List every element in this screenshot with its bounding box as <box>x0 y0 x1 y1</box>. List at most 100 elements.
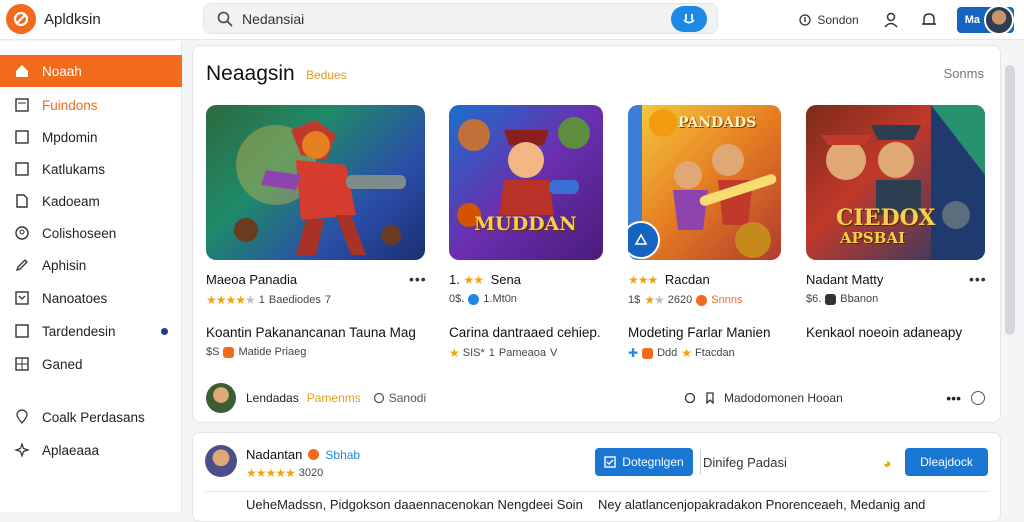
game-subinfo: $S Matide Priaeg <box>206 346 306 358</box>
section-badge: Bedues <box>306 68 347 82</box>
sidebar-item-home[interactable]: Noaah <box>0 55 182 87</box>
divider <box>700 449 701 475</box>
sidebar-item-aphisin[interactable]: Aphisin <box>0 249 182 281</box>
game-title-row[interactable]: 1. ★★ Sena <box>449 272 521 287</box>
footer-right-info[interactable]: Madodomonen Hooan <box>684 391 843 405</box>
avatar[interactable] <box>206 383 236 413</box>
game-thumbnail[interactable] <box>206 105 425 260</box>
sidebar-item-katlukams[interactable]: Katlukams <box>0 153 182 185</box>
follow-button[interactable]: Dotegnlgen <box>595 448 693 476</box>
star-rating: ★★★★★ <box>206 293 256 307</box>
sidebar-item-kadoeam[interactable]: Kadoeam <box>0 185 182 217</box>
game-description: Carina dantraaed cehiep. <box>449 325 601 340</box>
badge-icon <box>696 294 708 306</box>
action-button[interactable]: Dleajdock <box>905 448 988 476</box>
profile-button[interactable] <box>881 10 901 30</box>
game-meta: Baediodes <box>268 294 321 306</box>
bell-icon <box>921 13 936 25</box>
footer-user-name[interactable]: Lendadas <box>246 391 299 405</box>
sidebar-item-label: Ganed <box>42 356 83 372</box>
review-text-left: UeheMadssn, Pidgokson daaennacenokan Nen… <box>246 497 583 512</box>
sidebar-item-mpdomin[interactable]: Mpdomin <box>0 121 182 153</box>
more-options-button[interactable]: ••• <box>409 271 427 287</box>
game-thumbnail[interactable]: MUDDAN <box>449 105 603 260</box>
game-meta-secondary: 7 <box>324 294 332 306</box>
status-label: Sondon <box>817 13 859 27</box>
sidebar-item-label: Aphisin <box>42 257 87 273</box>
puzzle-icon: ✚ <box>628 346 639 360</box>
notification-dot <box>161 327 168 335</box>
sidebar-item-ganed[interactable]: Ganed <box>0 348 182 380</box>
game-title[interactable]: Nadant Matty <box>806 272 883 287</box>
more-options-button[interactable]: ••• <box>969 271 987 287</box>
user-icon <box>884 12 898 28</box>
game-meta-row: 1$ ★★ 2620 Snnns <box>628 293 742 307</box>
rating-count: 1 <box>258 294 265 306</box>
game-title-row[interactable]: ★★★ Racdan <box>628 272 710 287</box>
avatar <box>984 5 1014 35</box>
review-link[interactable]: Dinifeg Padasi <box>703 455 787 470</box>
divider <box>205 491 990 492</box>
verified-icon <box>308 449 320 460</box>
clock-icon[interactable] <box>971 391 985 405</box>
square-icon <box>14 323 30 339</box>
review-author[interactable]: Nadantan Sbhab <box>246 447 360 462</box>
sidebar-item-aplaeaaa[interactable]: Aplaeaaa <box>0 434 182 466</box>
reaction-icon[interactable]: ◕ <box>883 455 891 471</box>
section-title: Neaagsin <box>206 62 295 85</box>
hero-character-art <box>234 120 406 255</box>
sidebar-item-nanoatoes[interactable]: Nanoatoes <box>0 282 182 314</box>
sidebar-item-colishoseen[interactable]: Colishoseen <box>0 217 182 249</box>
brand[interactable]: Apldksin <box>6 4 101 34</box>
game-meta: 0$. <box>449 293 465 305</box>
notifications-button[interactable] <box>919 10 939 30</box>
voice-icon <box>683 14 695 24</box>
scrollbar[interactable] <box>1003 45 1017 405</box>
game-card[interactable]: CIEDOX APSBAI Nadant Matty ••• $6. Bbano… <box>806 105 986 340</box>
sidebar-item-label: Tardendesin <box>42 323 116 339</box>
game-card[interactable]: MUDDAN 1. ★★ Sena 0$. 1.Mt0n Carina dant… <box>449 105 603 360</box>
badge-icon <box>825 293 837 305</box>
user-circle-icon <box>14 225 30 241</box>
scrollbar-thumb[interactable] <box>1005 65 1015 335</box>
bookmark-icon <box>706 392 714 404</box>
section-see-all-link[interactable]: Sonms <box>944 66 984 81</box>
game-rating: ★★★★★ 1 Baediodes 7 <box>206 293 331 307</box>
status-indicator[interactable]: Sondon <box>799 13 859 27</box>
top-actions: Sondon Ma <box>799 4 1014 36</box>
game-card[interactable]: PANDADS ★★★ Racdan 1$ ★★ 2620 Snnns Mode… <box>628 105 781 360</box>
game-thumbnail[interactable]: PANDADS <box>628 105 781 260</box>
sidebar-item-coalk-perdasans[interactable]: Coalk Perdasans <box>0 401 182 433</box>
search-bar[interactable] <box>203 3 718 34</box>
game-price: $S <box>206 346 220 358</box>
game-description: Kenkaol noeoin adaneapy <box>806 325 963 340</box>
box-icon <box>14 161 30 177</box>
avatar[interactable] <box>205 445 237 477</box>
document-icon <box>14 97 30 113</box>
game-title[interactable]: Maeoa Panadia <box>206 272 297 287</box>
account-button[interactable]: Ma <box>956 5 1014 35</box>
circle-icon <box>373 392 384 404</box>
badge-icon <box>468 293 480 305</box>
sidebar-item-fuindons[interactable]: Fuindons <box>0 89 182 121</box>
account-label: Ma <box>964 14 980 26</box>
app-name: Apldksin <box>44 10 101 28</box>
more-options-button[interactable]: ••• <box>946 390 961 406</box>
search-input[interactable] <box>242 10 662 27</box>
search-submit-button[interactable] <box>671 6 707 32</box>
game-logo-subtext: APSBAI <box>840 229 906 247</box>
app-logo-icon <box>6 4 36 34</box>
game-thumbnail[interactable]: CIEDOX APSBAI <box>806 105 985 260</box>
sidebar-item-label: Kadoeam <box>42 193 100 209</box>
game-description: Modeting Farlar Manien <box>628 325 771 340</box>
game-meta-secondary: 1.Mt0n <box>483 293 517 305</box>
game-logo-text: CIEDOX <box>836 205 936 231</box>
game-title: Racdan <box>664 272 710 287</box>
character-group-art <box>457 117 590 227</box>
sidebar-item-tardendesin[interactable]: Tardendesin <box>0 315 182 347</box>
game-stat-count: 1 <box>488 347 495 359</box>
game-card[interactable]: Maeoa Panadia ••• ★★★★★ 1 Baediodes 7 Ko… <box>206 105 426 358</box>
info-icon <box>799 14 811 26</box>
game-meta-row: $6. Bbanon <box>806 293 878 305</box>
check-icon <box>604 456 616 468</box>
